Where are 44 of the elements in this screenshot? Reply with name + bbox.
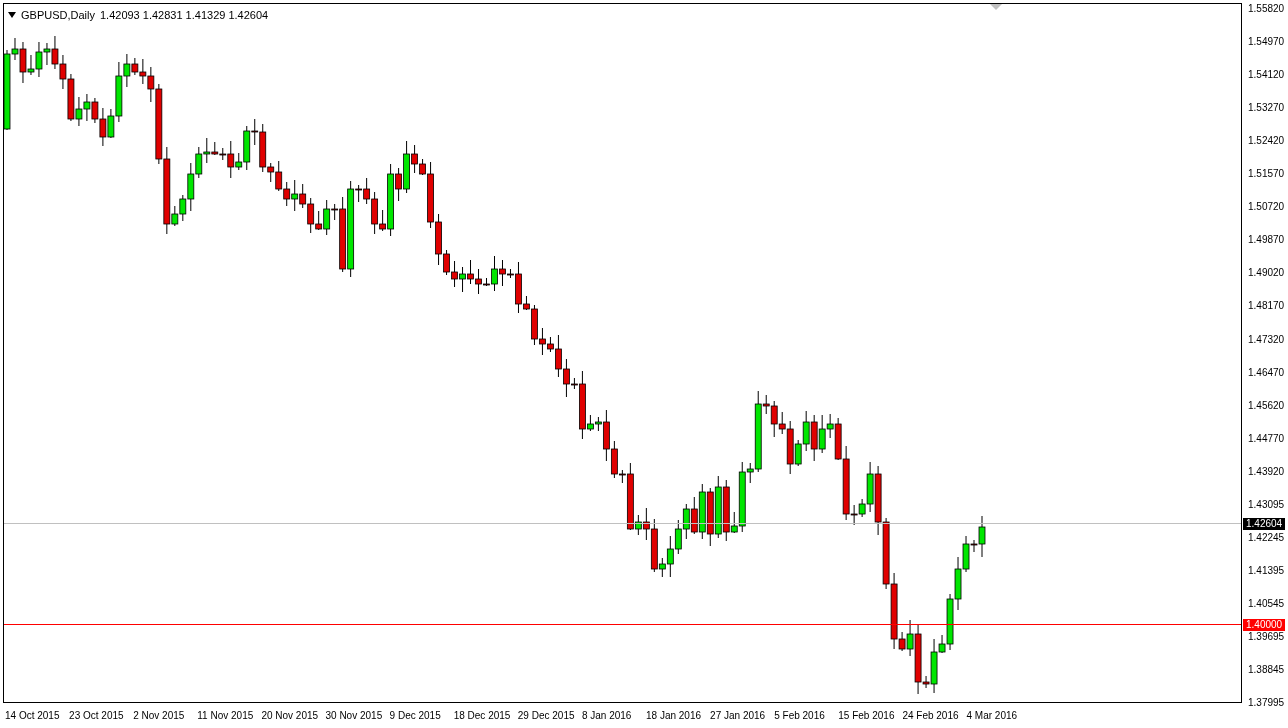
caret-icon[interactable]: [8, 12, 16, 19]
price-label: 1.38845: [1248, 665, 1285, 675]
date-label: 27 Jan 2016: [710, 711, 766, 721]
price-label: 1.42245: [1248, 532, 1285, 543]
price-label: 1.43920: [1248, 466, 1285, 477]
date-label: 23 Oct 2015: [69, 711, 124, 721]
date-label: 9 Dec 2015: [389, 711, 441, 721]
date-label: 8 Jan 2016: [581, 711, 632, 721]
date-label: 4 Mar 2016: [966, 711, 1018, 721]
price-label: 1.43095: [1248, 499, 1285, 510]
price-label: 1.54120: [1248, 70, 1285, 81]
date-label: 11 Nov 2015: [197, 711, 254, 721]
price-label: 1.54970: [1248, 37, 1285, 48]
price-label: 1.46470: [1248, 367, 1285, 378]
date-label: 15 Feb 2016: [838, 711, 895, 721]
price-label: 1.50720: [1248, 202, 1285, 213]
price-label: 1.51570: [1248, 169, 1285, 180]
date-label: 30 Nov 2015: [325, 711, 383, 721]
price-label: 1.45620: [1248, 400, 1285, 411]
date-label: 14 Oct 2015: [5, 711, 60, 721]
price-label: 1.52420: [1248, 136, 1285, 147]
price-label: 1.39695: [1248, 631, 1285, 642]
date-label: 5 Feb 2016: [774, 711, 825, 721]
price-label: 1.48170: [1248, 301, 1285, 312]
chart-symbol: GBPUSD,Daily: [21, 8, 95, 23]
date-label: 18 Dec 2015: [453, 711, 511, 721]
price-label: 1.44770: [1248, 433, 1285, 444]
date-label: 24 Feb 2016: [902, 711, 959, 721]
price-label: 1.37995: [1248, 698, 1285, 709]
price-label: 1.55820: [1248, 4, 1285, 14]
scroll-marker-icon[interactable]: [990, 4, 1002, 11]
price-label: 1.49870: [1248, 235, 1285, 246]
price-label: 1.41395: [1248, 565, 1285, 576]
price-label: 1.49020: [1248, 268, 1285, 279]
current-price-tag: 1.42604: [1243, 518, 1286, 530]
price-label: 1.40545: [1248, 598, 1285, 609]
date-label: 20 Nov 2015: [261, 711, 319, 721]
price-label: 1.53270: [1248, 103, 1285, 114]
price-label: 1.47320: [1248, 334, 1285, 345]
level-price-tag: 1.40000: [1243, 619, 1286, 631]
date-label: 18 Jan 2016: [646, 711, 702, 721]
ohlc-values: 1.42093 1.42831 1.41329 1.42604: [99, 8, 269, 23]
date-label: 2 Nov 2015: [133, 711, 185, 721]
date-label: 29 Dec 2015: [517, 711, 575, 721]
